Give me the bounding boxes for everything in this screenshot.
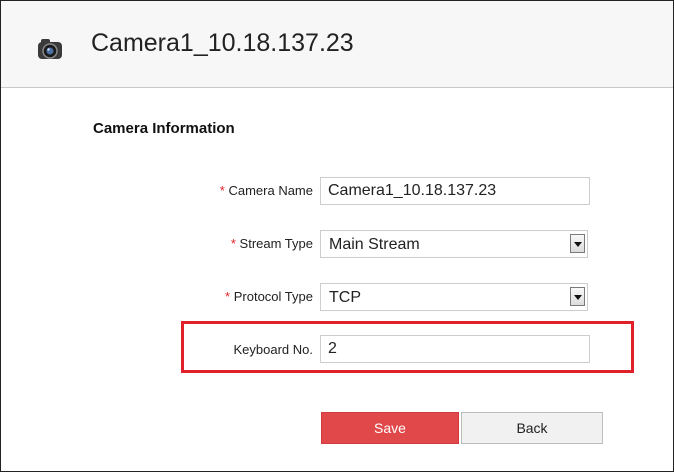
- stream-type-label: * Stream Type: [113, 236, 313, 251]
- page-title: Camera1_10.18.137.23: [91, 29, 354, 57]
- camera-name-label-text: Camera Name: [228, 183, 313, 198]
- save-button[interactable]: Save: [321, 412, 459, 444]
- camera-name-label: * Camera Name: [113, 183, 313, 198]
- required-mark: *: [219, 183, 225, 198]
- chevron-down-icon[interactable]: [570, 287, 585, 306]
- panel-header: Camera1_10.18.137.23: [1, 1, 673, 88]
- camera-settings-panel: Camera1_10.18.137.23 Camera Information …: [0, 0, 674, 472]
- section-title: Camera Information: [93, 120, 235, 137]
- camera-icon: [35, 37, 67, 61]
- required-mark: *: [230, 236, 236, 251]
- protocol-type-value: TCP: [329, 289, 361, 306]
- keyboard-no-input[interactable]: [320, 335, 590, 363]
- stream-type-label-text: Stream Type: [239, 236, 313, 251]
- keyboard-no-label-text: Keyboard No.: [233, 342, 314, 357]
- stream-type-value: Main Stream: [329, 236, 420, 253]
- keyboard-no-label: Keyboard No.: [113, 342, 314, 357]
- camera-name-input[interactable]: [320, 177, 590, 205]
- protocol-type-select[interactable]: TCP: [320, 283, 588, 311]
- required-mark: *: [225, 289, 231, 304]
- protocol-type-label: * Protocol Type: [113, 289, 313, 304]
- chevron-down-icon[interactable]: [570, 234, 585, 253]
- back-button[interactable]: Back: [461, 412, 603, 444]
- protocol-type-label-text: Protocol Type: [233, 289, 313, 304]
- stream-type-select[interactable]: Main Stream: [320, 230, 588, 258]
